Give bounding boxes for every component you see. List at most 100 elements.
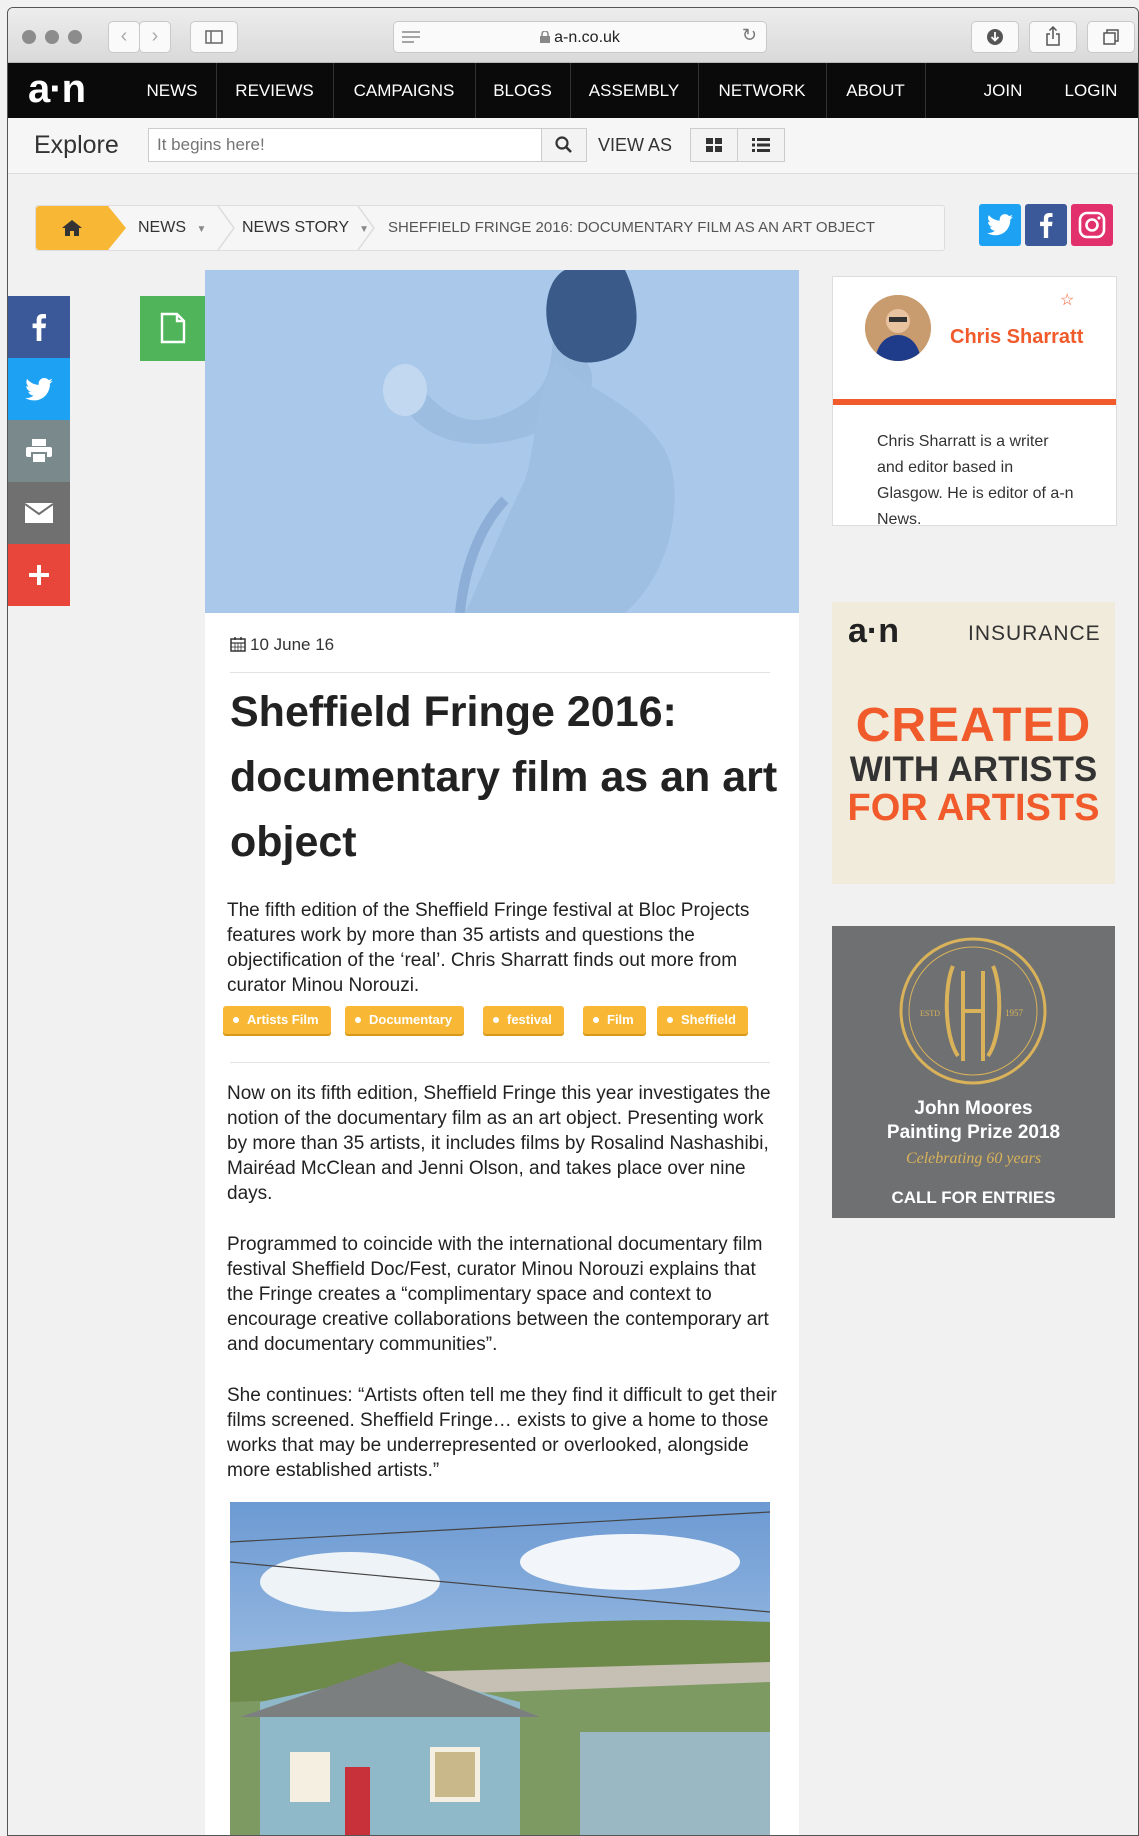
prize-seal-icon: ESTD 1957	[899, 937, 1047, 1085]
article: 10 June 16 Sheffield Fringe 2016: docume…	[205, 270, 799, 1835]
chevron-right-icon: ›	[151, 25, 159, 47]
join-link[interactable]: JOIN	[958, 63, 1048, 118]
search-button[interactable]	[541, 128, 587, 162]
close-window-button[interactable]	[22, 30, 36, 44]
breadcrumb: NEWS ▼ NEWS STORY ▼ SHEFFIELD FRINGE 201…	[35, 205, 945, 251]
article-paragraph: She continues: “Artists often tell me th…	[227, 1385, 777, 1481]
download-icon	[987, 29, 1003, 45]
advert-logo: a·n	[848, 612, 899, 650]
breadcrumb-separator	[217, 206, 235, 250]
divider	[230, 1062, 770, 1063]
explore-bar: Explore VIEW AS	[8, 118, 1138, 174]
reload-icon[interactable]: ↻	[742, 25, 757, 46]
back-button[interactable]: ‹	[108, 21, 140, 53]
facebook-icon	[32, 314, 46, 341]
tabs-icon	[1103, 29, 1119, 45]
url-text: a-n.co.uk	[554, 29, 620, 46]
author-card: ☆ Chris Sharratt Chris Sharratt is a wri…	[832, 276, 1117, 528]
tabs-button[interactable]	[1087, 21, 1135, 53]
breadcrumb-news[interactable]: NEWS ▼	[138, 219, 206, 237]
minimize-window-button[interactable]	[45, 30, 59, 44]
sidebar-toggle-button[interactable]	[190, 21, 238, 53]
sidebar-icon	[205, 30, 223, 44]
view-list-button[interactable]	[737, 128, 785, 162]
instagram-icon	[1078, 211, 1106, 239]
divider	[230, 672, 770, 673]
twitter-icon	[25, 378, 53, 401]
house-photo	[230, 1502, 770, 1835]
share-button[interactable]	[1029, 21, 1077, 53]
insurance-advert[interactable]: a·n INSURANCE CREATED WITH ARTISTS FOR A…	[832, 602, 1115, 884]
article-photo	[230, 1502, 770, 1835]
address-bar[interactable]: a-n.co.uk ↻	[393, 21, 767, 53]
nav-assembly[interactable]: ASSEMBLY	[570, 63, 699, 118]
tag-sheffield[interactable]: Sheffield	[657, 1006, 748, 1034]
nav-reviews[interactable]: REVIEWS	[216, 63, 334, 118]
john-moores-advert[interactable]: ESTD 1957 John Moores Painting Prize 201…	[832, 926, 1115, 1218]
tag-artists-film[interactable]: Artists Film	[223, 1006, 331, 1034]
facebook-follow-button[interactable]	[1025, 204, 1067, 246]
author-avatar[interactable]	[865, 295, 931, 361]
tag-list: Artists Film Documentary festival Film S…	[223, 1006, 793, 1036]
explore-label: Explore	[34, 131, 119, 159]
site-logo[interactable]: a·n	[28, 69, 86, 109]
breadcrumb-current: SHEFFIELD FRINGE 2016: DOCUMENTARY FILM …	[388, 219, 876, 236]
author-divider	[833, 399, 1116, 405]
print-icon	[26, 439, 52, 464]
search-input[interactable]	[148, 128, 542, 162]
nav-campaigns[interactable]: CAMPAIGNS	[333, 63, 476, 118]
nav-network[interactable]: NETWORK	[698, 63, 827, 118]
grid-icon	[706, 138, 722, 152]
author-name[interactable]: Chris Sharratt	[950, 326, 1083, 349]
forward-button[interactable]: ›	[139, 21, 171, 53]
browser-window: ‹ › a-n.co.uk ↻ a·n NEWS REVIEWS CAMPAIG…	[7, 7, 1139, 1836]
share-more-button[interactable]	[8, 544, 70, 606]
search-icon	[555, 136, 572, 153]
nav-about[interactable]: ABOUT	[826, 63, 926, 118]
print-button[interactable]	[8, 420, 70, 482]
hero-figure	[205, 270, 799, 613]
instagram-follow-button[interactable]	[1071, 204, 1113, 246]
login-link[interactable]: LOGIN	[1048, 63, 1134, 118]
breadcrumb-home[interactable]	[36, 206, 126, 250]
email-icon	[24, 503, 54, 523]
breadcrumb-news-story[interactable]: NEWS STORY ▼	[242, 219, 369, 237]
author-bio: Chris Sharratt is a writer and editor ba…	[877, 433, 1074, 528]
advert-subtitle: Celebrating 60 years	[905, 1150, 1042, 1167]
share-facebook-button[interactable]	[8, 296, 70, 358]
article-hero-image	[205, 270, 799, 613]
star-icon[interactable]: ☆	[1060, 290, 1074, 310]
advert-title: John Moores	[914, 1098, 1033, 1119]
facebook-icon	[1040, 212, 1053, 238]
view-grid-button[interactable]	[690, 128, 738, 162]
twitter-icon	[987, 214, 1013, 236]
seal-year: 1957	[1005, 1008, 1024, 1018]
article-title: Sheffield Fringe 2016: documentary film …	[230, 688, 778, 866]
article-type-badge	[140, 296, 205, 361]
advert-headline: CREATED	[855, 699, 1092, 752]
lock-icon	[540, 30, 551, 43]
avatar-image	[865, 295, 931, 361]
article-lead: The fifth edition of the Sheffield Fring…	[227, 900, 750, 996]
zoom-window-button[interactable]	[68, 30, 82, 44]
breadcrumb-separator	[357, 206, 375, 250]
document-icon	[160, 312, 186, 344]
advert-cta: CALL FOR ENTRIES	[891, 1188, 1056, 1207]
tag-documentary[interactable]: Documentary	[345, 1006, 465, 1034]
tag-film[interactable]: Film	[583, 1006, 646, 1034]
site-navigation: a·n NEWS REVIEWS CAMPAIGNS BLOGS ASSEMBL…	[8, 63, 1138, 118]
nav-blogs[interactable]: BLOGS	[475, 63, 571, 118]
share-twitter-button[interactable]	[8, 358, 70, 420]
home-icon	[62, 220, 82, 236]
article-date: 10 June 16	[230, 635, 334, 655]
twitter-follow-button[interactable]	[979, 204, 1021, 246]
browser-toolbar: ‹ › a-n.co.uk ↻	[8, 8, 1138, 63]
plus-icon	[29, 565, 49, 585]
advert-headline: WITH ARTISTS	[849, 750, 1098, 789]
seal-estd: ESTD	[920, 1009, 940, 1018]
article-paragraph: Now on its fifth edition, Sheffield Frin…	[227, 1083, 771, 1204]
nav-news[interactable]: NEWS	[128, 63, 217, 118]
tag-festival[interactable]: festival	[483, 1006, 564, 1034]
downloads-button[interactable]	[971, 21, 1019, 53]
share-email-button[interactable]	[8, 482, 70, 544]
